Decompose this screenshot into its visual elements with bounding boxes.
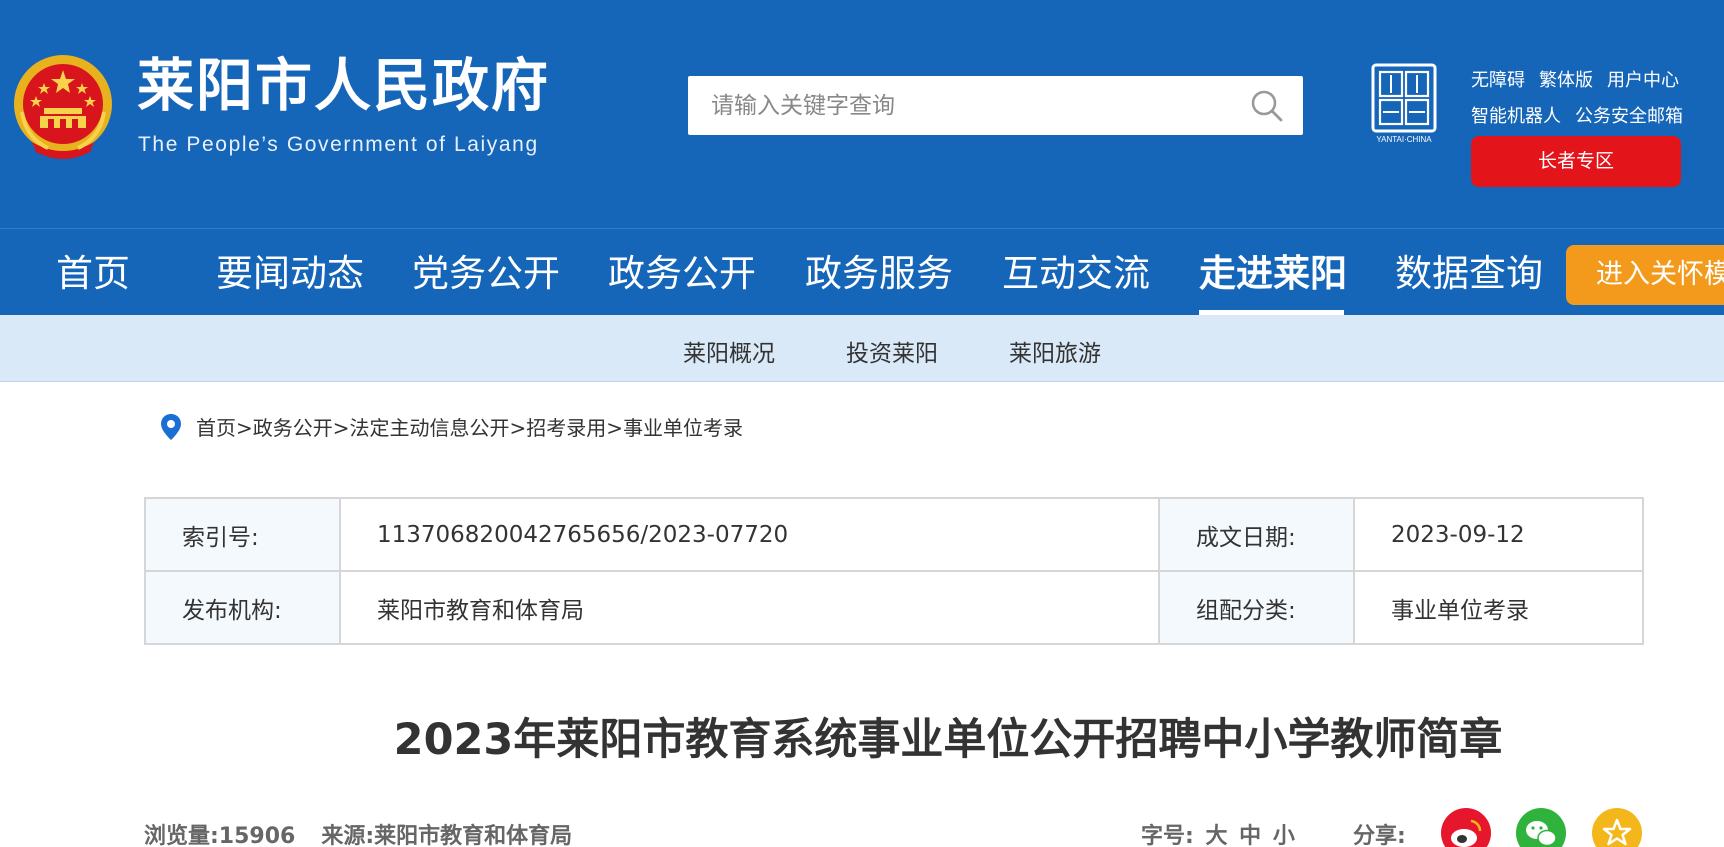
nav-item-interaction[interactable]: 互动交流: [1002, 251, 1150, 297]
nav-item-government-services[interactable]: 政务服务: [805, 251, 953, 297]
subnav-item-tourism[interactable]: 莱阳旅游: [1009, 334, 1101, 368]
accessibility-link[interactable]: 无障碍: [1471, 70, 1525, 92]
site-header: 莱阳市人民政府 The People’s Government of Laiya…: [0, 0, 1724, 228]
table-row: 发布机构: 莱阳市教育和体育局 组配分类: 事业单位考录: [144, 570, 1644, 645]
sub-nav: 莱阳概况 投资莱阳 莱阳旅游: [0, 315, 1724, 382]
written-date-value: 2023-09-12: [1353, 497, 1644, 572]
breadcrumb-home[interactable]: 首页: [196, 416, 236, 440]
wechat-share-icon[interactable]: [1516, 808, 1566, 847]
utility-links: 无障碍 繁体版 用户中心 智能机器人 公务安全邮箱: [1471, 70, 1683, 142]
index-number-value: 113706820042765656/2023-07720: [339, 497, 1160, 572]
font-size-large[interactable]: 大: [1205, 824, 1227, 847]
breadcrumb-statutory-disclosure[interactable]: 法定主动信息公开: [350, 416, 510, 440]
publisher-label: 发布机构:: [144, 570, 341, 645]
search-input[interactable]: [688, 76, 1228, 135]
breadcrumb-government-affairs[interactable]: 政务公开: [253, 416, 333, 440]
index-number-label: 索引号:: [144, 497, 341, 572]
article-info: 浏览量:15906 来源:莱阳市教育和体育局: [144, 818, 572, 847]
category-label: 组配分类:: [1158, 570, 1355, 645]
breadcrumb-recruitment[interactable]: 招考录用: [526, 416, 606, 440]
elder-zone-button[interactable]: 长者专区: [1471, 136, 1681, 187]
nav-item-data-query[interactable]: 数据查询: [1395, 251, 1543, 297]
care-mode-button[interactable]: 进入关怀模式: [1566, 245, 1724, 305]
font-size-switcher: 字号: 大 中 小: [1141, 818, 1295, 847]
nav-item-news[interactable]: 要闻动态: [216, 251, 364, 297]
nav-item-government-affairs[interactable]: 政务公开: [608, 251, 756, 297]
site-subtitle: The People’s Government of Laiyang: [138, 133, 539, 156]
written-date-label: 成文日期:: [1158, 497, 1355, 572]
smart-robot-link[interactable]: 智能机器人: [1471, 106, 1561, 128]
subnav-item-overview[interactable]: 莱阳概况: [683, 334, 775, 368]
search-box: [688, 76, 1303, 135]
seal-caption: YANTAI·CHINA: [1376, 135, 1432, 144]
site-title[interactable]: 莱阳市人民政府: [137, 58, 550, 115]
view-count: 浏览量:15906: [144, 824, 296, 847]
share-label: 分享:: [1353, 824, 1406, 847]
table-row: 索引号: 113706820042765656/2023-07720 成文日期:…: [144, 497, 1644, 572]
article-title: 2023年莱阳市教育系统事业单位公开招聘中小学教师简章: [393, 715, 1503, 765]
main-nav: 首页 要闻动态 党务公开 政务公开 政务服务 互动交流 走进莱阳 数据查询 进入…: [0, 228, 1724, 315]
nav-item-party-affairs[interactable]: 党务公开: [412, 251, 560, 297]
document-meta-table: 索引号: 113706820042765656/2023-07720 成文日期:…: [144, 497, 1644, 645]
location-pin-icon: [161, 413, 181, 440]
breadcrumb-institution-exam[interactable]: 事业单位考录: [623, 416, 743, 440]
nav-item-about-laiyang[interactable]: 走进莱阳: [1199, 251, 1347, 297]
yantai-china-seal-icon[interactable]: YANTAI·CHINA: [1370, 63, 1438, 145]
category-value: 事业单位考录: [1353, 570, 1644, 645]
weibo-share-icon[interactable]: [1441, 808, 1491, 847]
font-size-medium[interactable]: 中: [1239, 824, 1261, 847]
favorite-star-icon[interactable]: [1592, 808, 1642, 847]
article-source: 来源:莱阳市教育和体育局: [321, 824, 573, 847]
national-emblem-icon: [14, 55, 112, 159]
traditional-chinese-link[interactable]: 繁体版: [1539, 70, 1593, 92]
user-center-link[interactable]: 用户中心: [1607, 70, 1679, 92]
font-size-label: 字号:: [1141, 824, 1194, 847]
subnav-item-investment[interactable]: 投资莱阳: [846, 334, 938, 368]
publisher-value: 莱阳市教育和体育局: [339, 570, 1160, 645]
nav-item-home[interactable]: 首页: [56, 251, 130, 297]
official-mailbox-link[interactable]: 公务安全邮箱: [1575, 106, 1683, 128]
font-size-small[interactable]: 小: [1273, 824, 1295, 847]
search-icon[interactable]: [1249, 88, 1285, 124]
breadcrumb: 首页>政务公开>法定主动信息公开>招考录用>事业单位考录: [160, 412, 743, 441]
